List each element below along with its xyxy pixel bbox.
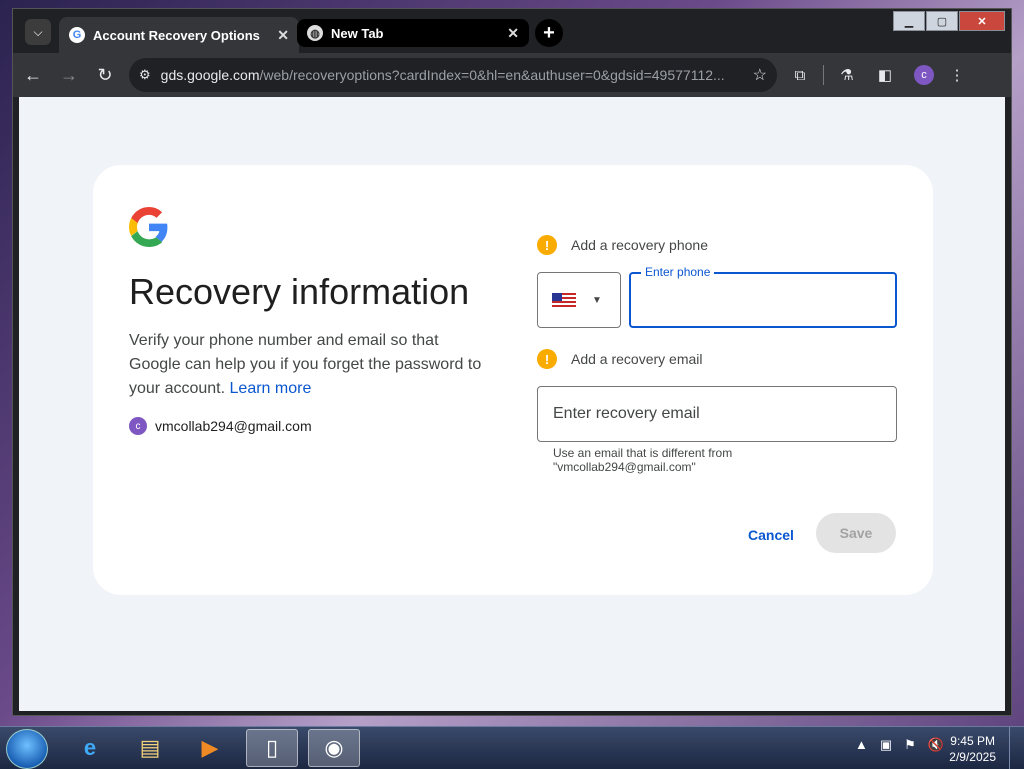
globe-icon: ◍ — [307, 25, 323, 41]
menu-kebab-icon[interactable]: ⋮ — [942, 60, 972, 90]
email-section-label: ! Add a recovery email — [537, 349, 703, 369]
file-explorer-icon[interactable]: ▤ — [124, 729, 176, 767]
site-info-icon[interactable]: ⚙ — [139, 67, 151, 83]
save-button[interactable]: Save — [816, 513, 896, 553]
phone-section-label: ! Add a recovery phone — [537, 235, 708, 255]
tab-new-tab[interactable]: ◍ New Tab ✕ — [297, 19, 529, 47]
tab-title: Account Recovery Options — [93, 27, 260, 43]
taskbar: e ▤ ▶ ▯ ◉ ▲ ▣ ⚑ 🔇 9:45 PM 2/9/2025 — [0, 726, 1024, 769]
tab-account-recovery[interactable]: G Account Recovery Options ✕ — [59, 17, 299, 53]
incognito-browser-icon[interactable]: ◉ — [308, 729, 360, 767]
email-placeholder: Enter recovery email — [553, 405, 700, 422]
google-favicon-icon: G — [69, 27, 85, 43]
maximize-button[interactable]: ▢ — [926, 11, 958, 31]
action-center-flag-icon[interactable]: ⚑ — [904, 737, 916, 753]
internet-explorer-icon[interactable]: e — [64, 729, 116, 767]
phone-input[interactable]: Enter phone — [629, 265, 897, 328]
extensions-icon[interactable]: ⧉ — [785, 60, 815, 90]
reload-button[interactable]: ↻ — [89, 59, 121, 91]
arrow-right-icon: → — [60, 64, 78, 85]
page-content: Recovery information Verify your phone n… — [19, 97, 1005, 711]
warning-icon: ! — [537, 349, 557, 369]
system-tray: ▲ ▣ ⚑ 🔇 — [855, 737, 944, 753]
network-icon[interactable]: ▣ — [880, 737, 892, 753]
account-chip: c vmcollab294@gmail.com — [129, 417, 312, 435]
labs-flask-icon[interactable]: ⚗ — [832, 60, 862, 90]
country-code-select[interactable]: ▼ — [537, 272, 621, 328]
tab-title: New Tab — [331, 25, 384, 41]
close-icon[interactable]: ✕ — [507, 25, 519, 42]
minimize-button[interactable]: ▁ — [893, 11, 925, 31]
clock[interactable]: 9:45 PM 2/9/2025 — [949, 733, 996, 765]
media-player-icon[interactable]: ▶ — [184, 729, 236, 767]
browser-toolbar: ← → ↻ ⚙ gds.google.com/web/recoveryoptio… — [13, 53, 1011, 97]
new-tab-button[interactable]: + — [535, 19, 563, 47]
reload-icon: ↻ — [97, 64, 113, 85]
window-controls: ▁ ▢ ✕ — [892, 11, 1005, 31]
recovery-card: Recovery information Verify your phone n… — [93, 165, 933, 595]
show-desktop-button[interactable] — [1009, 727, 1024, 769]
warning-icon: ! — [537, 235, 557, 255]
profile-avatar[interactable]: c — [914, 65, 934, 85]
notepad-icon[interactable]: ▯ — [246, 729, 298, 767]
toolbar-divider — [823, 65, 824, 85]
tray-expand-icon[interactable]: ▲ — [855, 737, 868, 753]
address-bar[interactable]: ⚙ gds.google.com/web/recoveryoptions?car… — [129, 58, 777, 92]
arrow-left-icon: ← — [24, 64, 42, 85]
close-icon[interactable]: ✕ — [277, 27, 289, 44]
url-text: gds.google.com/web/recoveryoptions?cardI… — [160, 67, 725, 83]
browser-window: ⌵ G Account Recovery Options ✕ ◍ New Tab… — [12, 8, 1012, 716]
side-panel-icon[interactable]: ◧ — [870, 60, 900, 90]
clock-time: 9:45 PM — [950, 734, 995, 748]
volume-muted-icon[interactable]: 🔇 — [928, 737, 944, 753]
dropdown-caret-icon: ▼ — [592, 294, 602, 306]
back-button[interactable]: ← — [17, 59, 49, 91]
chevron-down-icon: ⌵ — [33, 24, 43, 39]
forward-button[interactable]: → — [53, 59, 85, 91]
page-description: Verify your phone number and email so th… — [129, 332, 482, 397]
bookmark-star-icon[interactable]: ☆ — [753, 65, 767, 85]
clock-date: 2/9/2025 — [949, 750, 996, 764]
learn-more-link[interactable]: Learn more — [230, 380, 312, 397]
tab-search-button[interactable]: ⌵ — [25, 19, 51, 45]
tab-strip: ⌵ G Account Recovery Options ✕ ◍ New Tab… — [13, 9, 1011, 53]
us-flag-icon — [552, 293, 576, 307]
google-logo-icon — [129, 207, 168, 247]
page-title: Recovery information — [129, 271, 470, 312]
account-email: vmcollab294@gmail.com — [155, 418, 312, 434]
start-button[interactable] — [6, 729, 48, 769]
recovery-email-input[interactable]: Enter recovery email — [537, 386, 897, 442]
email-hint: Use an email that is different from "vmc… — [553, 446, 733, 474]
cancel-button[interactable]: Cancel — [739, 515, 803, 555]
phone-field-label: Enter phone — [641, 265, 715, 279]
window-close-button[interactable]: ✕ — [959, 11, 1005, 31]
avatar: c — [129, 417, 147, 435]
